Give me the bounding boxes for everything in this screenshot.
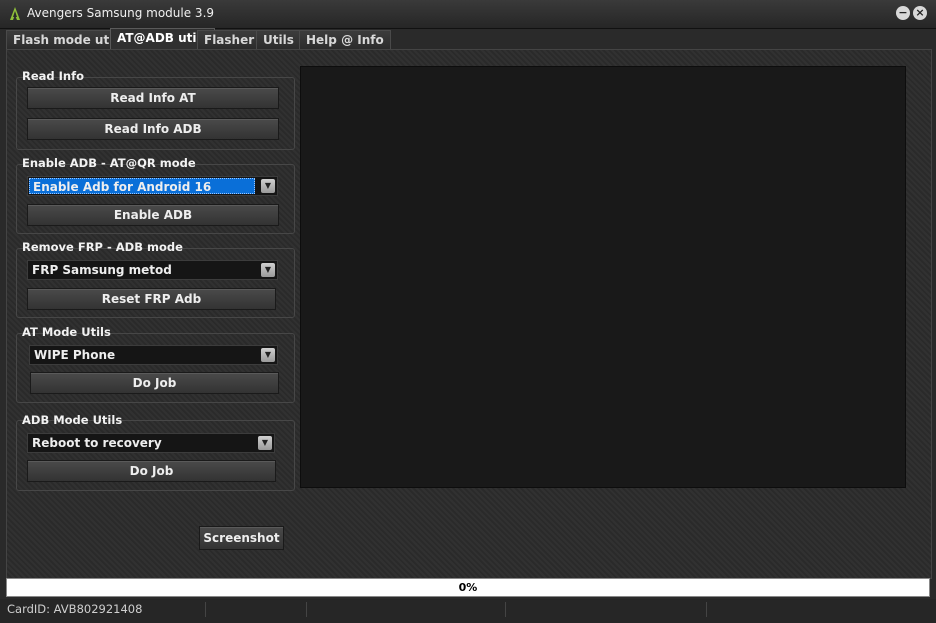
group-label-enable-adb: Enable ADB - AT@QR mode	[22, 156, 196, 170]
chevron-down-icon[interactable]: ▼	[261, 179, 275, 193]
tab-utils[interactable]: Utils	[256, 30, 301, 49]
group-label-adb-mode-utils: ADB Mode Utils	[22, 413, 123, 427]
enable-adb-select[interactable]: Enable Adb for Android 16 ▼	[27, 176, 278, 196]
status-cell-3	[307, 602, 506, 617]
progress-bar: 0%	[6, 578, 930, 597]
reset-frp-adb-button[interactable]: Reset FRP Adb	[27, 288, 276, 310]
status-cell-4	[506, 602, 707, 617]
tab-bar: Flash mode utils AT@ADB utils Flasher Ut…	[6, 28, 930, 50]
minimize-button[interactable]: −	[896, 6, 910, 20]
at-mode-select-value: WIPE Phone	[34, 348, 116, 362]
progress-text: 0%	[458, 581, 478, 594]
log-output-area[interactable]	[300, 66, 906, 488]
app-logo-icon	[10, 7, 20, 20]
screenshot-button[interactable]: Screenshot	[199, 526, 284, 550]
tab-help-info[interactable]: Help @ Info	[299, 30, 391, 49]
tab-flasher[interactable]: Flasher	[197, 30, 262, 49]
at-do-job-button[interactable]: Do Job	[30, 372, 279, 394]
adb-mode-select-value: Reboot to recovery	[32, 436, 162, 450]
window-title: Avengers Samsung module 3.9	[27, 6, 215, 20]
chevron-down-icon[interactable]: ▼	[261, 348, 275, 362]
read-info-at-button[interactable]: Read Info AT	[27, 87, 279, 109]
adb-do-job-button[interactable]: Do Job	[27, 460, 276, 482]
enable-adb-select-value: Enable Adb for Android 16	[29, 178, 255, 194]
enable-adb-button[interactable]: Enable ADB	[27, 204, 279, 226]
frp-method-select-value: FRP Samsung metod	[32, 263, 172, 277]
title-bar: Avengers Samsung module 3.9 − ×	[0, 0, 936, 29]
close-button[interactable]: ×	[913, 6, 927, 20]
adb-mode-select[interactable]: Reboot to recovery ▼	[27, 433, 275, 453]
chevron-down-icon[interactable]: ▼	[261, 263, 275, 277]
status-bar: CardID: AVB802921408	[0, 599, 936, 623]
read-info-adb-button[interactable]: Read Info ADB	[27, 118, 279, 140]
frp-method-select[interactable]: FRP Samsung metod ▼	[27, 260, 278, 280]
group-label-at-mode-utils: AT Mode Utils	[22, 325, 111, 339]
chevron-down-icon[interactable]: ▼	[258, 436, 272, 450]
group-label-read-info: Read Info	[22, 69, 85, 83]
status-card-id: CardID: AVB802921408	[7, 602, 206, 617]
group-label-remove-frp: Remove FRP - ADB mode	[22, 240, 183, 254]
status-cell-2	[206, 602, 307, 617]
at-mode-select[interactable]: WIPE Phone ▼	[29, 345, 278, 365]
tab-content-panel: Read Info Read Info AT Read Info ADB Ena…	[6, 49, 932, 579]
